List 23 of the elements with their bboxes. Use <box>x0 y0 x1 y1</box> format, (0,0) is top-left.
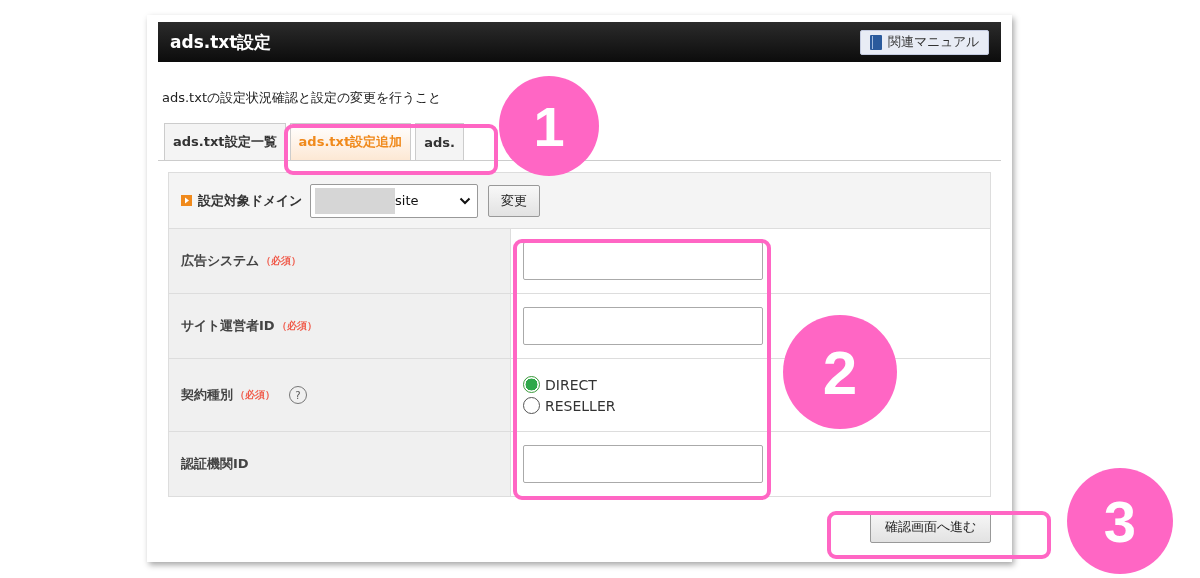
domain-select[interactable]: site <box>310 183 478 218</box>
chevron-down-icon <box>459 196 471 205</box>
field-label: 広告システム <box>181 252 259 270</box>
description-text: ads.txtの設定状況確認と設定の変更を行うこと <box>162 89 442 107</box>
field-label: サイト運営者ID <box>181 317 275 335</box>
field-label: 契約種別 <box>181 386 233 404</box>
field-label: 認証機関ID <box>181 455 249 473</box>
input-field[interactable] <box>523 307 763 345</box>
radio-option[interactable]: DIRECT <box>523 376 616 393</box>
tab[interactable]: ads.txt設定一覧 <box>164 123 286 160</box>
input-field[interactable] <box>523 242 763 280</box>
input-field[interactable] <box>523 445 763 483</box>
step-number: 3 <box>1067 468 1173 574</box>
book-icon <box>870 34 882 50</box>
required-label: （必須） <box>235 388 275 402</box>
domain-label: 設定対象ドメイン <box>198 191 302 210</box>
required-label: （必須） <box>261 254 301 268</box>
radio-option[interactable]: RESELLER <box>523 397 616 414</box>
manual-button[interactable]: 関連マニュアル <box>860 29 989 55</box>
required-label: （必須） <box>276 319 317 333</box>
page-title: ads.txt設定 <box>170 30 272 54</box>
change-button[interactable]: 変更 <box>488 184 540 217</box>
play-icon <box>181 195 192 206</box>
